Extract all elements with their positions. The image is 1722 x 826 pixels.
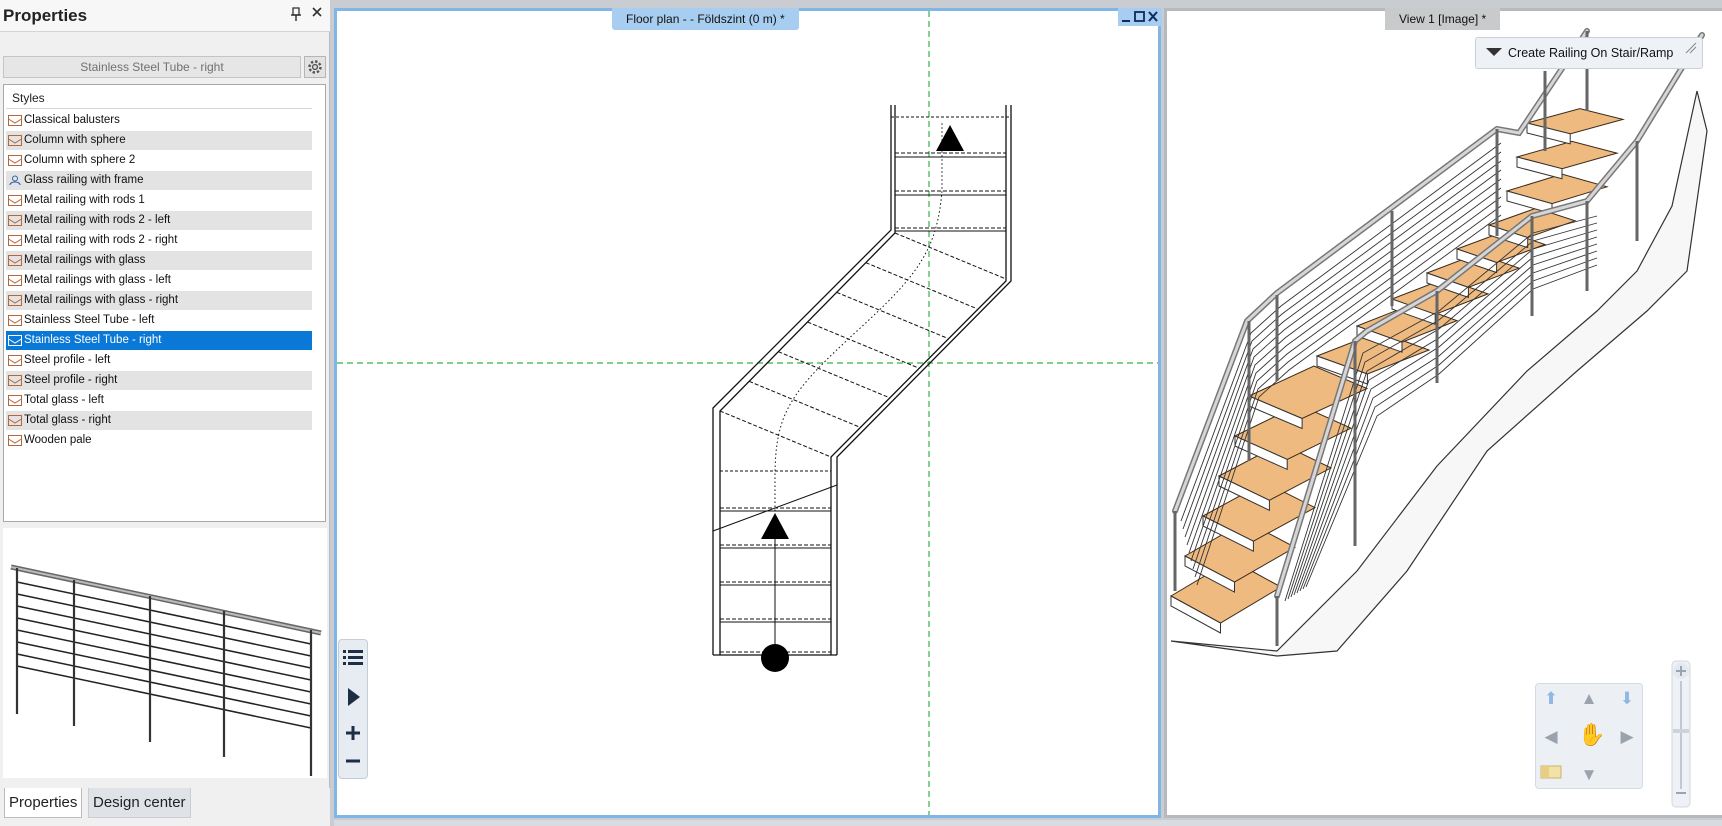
properties-panel: Properties Stainless Steel Tube - right … [0, 0, 330, 826]
style-list-item-label: Metal railing with rods 1 [24, 194, 145, 206]
style-list-item[interactable]: Metal railings with glass - right [6, 291, 312, 310]
railing-style-icon [8, 375, 22, 386]
create-railing-label: Create Railing On Stair/Ramp [1508, 46, 1674, 60]
railing-style-icon [8, 275, 22, 286]
hand-icon[interactable]: ✋ [1578, 724, 1605, 746]
style-list-item[interactable]: Stainless Steel Tube - right [6, 331, 312, 350]
style-list-item-label: Metal railings with glass [24, 254, 146, 266]
railing-style-icon [8, 215, 22, 226]
chevron-down-icon [1486, 48, 1502, 56]
railing-preview [3, 528, 327, 778]
create-railing-button[interactable]: Create Railing On Stair/Ramp [1475, 37, 1703, 69]
style-list-item[interactable]: Metal railing with rods 2 - right [6, 231, 312, 250]
style-list-item-label: Column with sphere [24, 134, 126, 146]
style-list-item[interactable]: Classical balusters [6, 111, 312, 130]
style-list-item-label: Stainless Steel Tube - left [24, 314, 155, 326]
panel-title: Properties [3, 6, 88, 25]
arrow-left-icon[interactable]: ◀ [1540, 726, 1562, 748]
floor-plan-tab[interactable]: Floor plan - - Földszint (0 m) * [612, 8, 799, 30]
view-side-toolbar [338, 639, 368, 779]
styles-list: Styles Classical balusters Column with sp… [3, 84, 326, 522]
resize-grip-icon [1685, 42, 1697, 54]
style-list-item-label: Steel profile - right [24, 374, 118, 386]
plus-icon [1673, 663, 1689, 679]
pin-icon[interactable] [289, 7, 303, 23]
railing-style-icon [8, 395, 22, 406]
zoom-slider[interactable] [1669, 659, 1693, 809]
style-list-item[interactable]: Steel profile - left [6, 351, 312, 370]
style-list-item[interactable]: Steel profile - right [6, 371, 312, 390]
style-list-item[interactable]: Total glass - left [6, 391, 312, 410]
arrow-down-icon[interactable]: ▼ [1578, 764, 1600, 786]
style-list-item-label: Metal railings with glass - right [24, 294, 179, 306]
style-selector-field[interactable]: Stainless Steel Tube - right [3, 56, 301, 78]
style-list-item-label: Wooden pale [24, 434, 92, 446]
railing-style-icon [8, 255, 22, 266]
app-window: Properties Stainless Steel Tube - right … [0, 0, 1722, 826]
arrow-right-icon[interactable]: ▶ [1616, 726, 1638, 748]
panel-bottom-tabs: Properties Design center [0, 788, 330, 826]
floor-plan-canvas[interactable] [337, 11, 1158, 815]
settings-button[interactable] [304, 56, 326, 78]
minus-icon[interactable] [340, 748, 366, 774]
maximize-icon [1134, 11, 1145, 22]
railing-style-icon [8, 115, 22, 126]
style-list-item-label: Steel profile - left [24, 354, 111, 366]
styles-column-header: Styles [6, 87, 312, 109]
style-list-item-label: Stainless Steel Tube - right [24, 334, 162, 346]
arrow-up-icon[interactable]: ▲ [1578, 688, 1600, 710]
railing-style-icon [8, 435, 22, 446]
tab-design-center[interactable]: Design center [88, 788, 191, 818]
style-list-item-label: Classical balusters [24, 114, 120, 126]
railing-style-icon [8, 335, 22, 346]
close-icon[interactable] [309, 5, 325, 23]
railing-style-icon [8, 315, 22, 326]
style-list-item[interactable]: Total glass - right [6, 411, 312, 430]
style-list-item[interactable]: Glass railing with frame [6, 171, 312, 190]
style-list-item-label: Total glass - right [24, 414, 111, 426]
move-up-left-icon[interactable]: ⬆ [1540, 688, 1562, 710]
user-icon [9, 175, 21, 186]
railing-style-icon [8, 295, 22, 306]
style-list-item[interactable]: Column with sphere 2 [6, 151, 312, 170]
style-list-item-label: Total glass - left [24, 394, 104, 406]
panel-header: Properties [0, 0, 330, 32]
style-list-item[interactable]: Stainless Steel Tube - left [6, 311, 312, 330]
tab-properties[interactable]: Properties [4, 788, 83, 818]
plus-icon[interactable] [340, 720, 366, 746]
view-3d[interactable]: View 1 [Image] * Create Railing On Stair… [1164, 8, 1722, 818]
style-list-item-label: Metal railing with rods 2 - left [24, 214, 171, 226]
gear-icon [308, 60, 322, 74]
status-strip [334, 820, 1722, 826]
navigation-pad: ⬆ ▲ ⬇ ◀ ✋ ▶ ▼ [1535, 683, 1643, 789]
style-list-item-label: Glass railing with frame [24, 174, 144, 186]
railing-style-icon [8, 155, 22, 166]
view-mode-icon[interactable] [1540, 764, 1562, 786]
view-window-controls [1118, 8, 1162, 26]
style-list-item[interactable]: Metal railing with rods 1 [6, 191, 312, 210]
railing-style-icon [8, 135, 22, 146]
railing-style-icon [8, 195, 22, 206]
floor-plan-view[interactable]: Floor plan - - Földszint (0 m) * [334, 8, 1162, 818]
list-icon[interactable] [340, 644, 366, 670]
style-list-item-label: Metal railing with rods 2 - right [24, 234, 178, 246]
style-list-item-label: Column with sphere 2 [24, 154, 136, 166]
style-list-item-label: Metal railings with glass - left [24, 274, 171, 286]
railing-style-icon [8, 415, 22, 426]
railing-style-icon [8, 355, 22, 366]
style-list-item[interactable]: Metal railing with rods 2 - left [6, 211, 312, 230]
close-icon [1148, 11, 1158, 22]
play-icon[interactable] [340, 684, 366, 710]
style-list-item[interactable]: Metal railings with glass - left [6, 271, 312, 290]
style-list-item[interactable]: Wooden pale [6, 431, 312, 450]
style-list-item[interactable]: Metal railings with glass [6, 251, 312, 270]
railing-style-icon [8, 235, 22, 246]
view-3d-tab[interactable]: View 1 [Image] * [1385, 8, 1501, 30]
move-down-right-icon[interactable]: ⬇ [1616, 688, 1638, 710]
style-list-item[interactable]: Column with sphere [6, 131, 312, 150]
